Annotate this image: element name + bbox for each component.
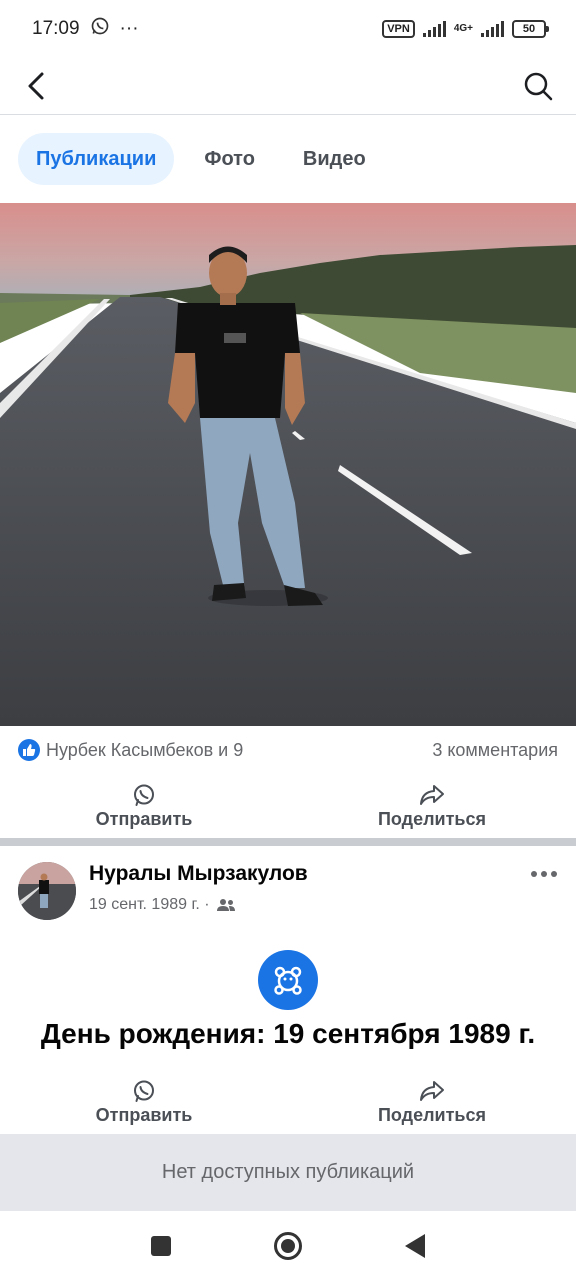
send-button[interactable]: Отправить — [0, 774, 288, 838]
home-button[interactable] — [273, 1231, 302, 1260]
share-label: Поделиться — [377, 1104, 487, 1125]
tab-photos[interactable]: Фото — [186, 133, 273, 185]
tab-videos[interactable]: Видео — [285, 133, 384, 185]
birthday-text: День рождения: 19 сентября 1989 г. — [40, 1018, 536, 1049]
recent-apps-button[interactable] — [151, 1235, 172, 1256]
share-button[interactable]: Поделиться — [288, 774, 576, 838]
post2-header: Нуралы Мырзакулов 19 сент. 1989 г. · — [0, 846, 576, 936]
share-button-2[interactable]: Поделиться — [288, 1070, 576, 1134]
chevron-left-icon — [28, 72, 44, 100]
likes-text: Нурбек Касымбеков и 9 — [46, 739, 244, 760]
post-reactions: Нурбек Касымбеков и 9 3 комментария — [0, 726, 576, 774]
profile-tabs: Публикации Фото Видео — [0, 115, 576, 203]
top-bar — [0, 58, 576, 115]
send-button-2[interactable]: Отправить — [0, 1070, 288, 1134]
likes-summary[interactable]: Нурбек Касымбеков и 9 — [18, 739, 243, 761]
birthday-icon — [258, 950, 318, 1010]
system-back-button[interactable] — [404, 1233, 425, 1258]
post-photo[interactable] — [0, 203, 576, 726]
battery-icon: 50 — [512, 20, 549, 38]
send-label: Отправить — [95, 1104, 193, 1125]
friends-audience-icon — [216, 899, 235, 911]
status-time: 17:09 — [32, 18, 80, 39]
post1-actions: Отправить Поделиться — [0, 774, 576, 838]
avatar[interactable] — [18, 862, 76, 920]
post-divider — [0, 838, 576, 846]
post-author[interactable]: Нуралы Мырзакулов — [89, 862, 308, 886]
no-posts-message: Нет доступных публикаций — [0, 1134, 576, 1211]
signal-icon — [422, 21, 446, 37]
system-nav-bar — [0, 1211, 576, 1280]
back-button[interactable] — [18, 66, 58, 106]
whatsapp-icon — [134, 784, 154, 806]
search-icon — [524, 72, 553, 101]
post-date[interactable]: 19 сент. 1989 г. · — [89, 896, 210, 914]
send-label: Отправить — [95, 808, 193, 829]
share-icon — [420, 784, 444, 805]
whatsapp-notification-icon — [90, 16, 110, 42]
tab-publications[interactable]: Публикации — [18, 133, 175, 185]
search-button[interactable] — [518, 66, 558, 106]
network-type: 4G+ — [453, 23, 473, 34]
like-icon — [18, 739, 40, 761]
whatsapp-icon — [134, 1080, 154, 1102]
share-label: Поделиться — [377, 808, 487, 829]
signal-icon-2 — [481, 21, 504, 37]
post-more-button[interactable] — [526, 864, 562, 884]
status-more-icon: ··· — [119, 18, 139, 39]
post-meta: 19 сент. 1989 г. · — [89, 896, 236, 914]
status-bar: 17:09 ··· VPN 4G+ 50 — [0, 0, 576, 58]
share-icon — [420, 1080, 444, 1101]
vpn-badge: VPN — [382, 20, 415, 38]
comments-count[interactable]: 3 комментария — [432, 740, 558, 761]
post2-actions: Отправить Поделиться — [0, 1070, 576, 1134]
